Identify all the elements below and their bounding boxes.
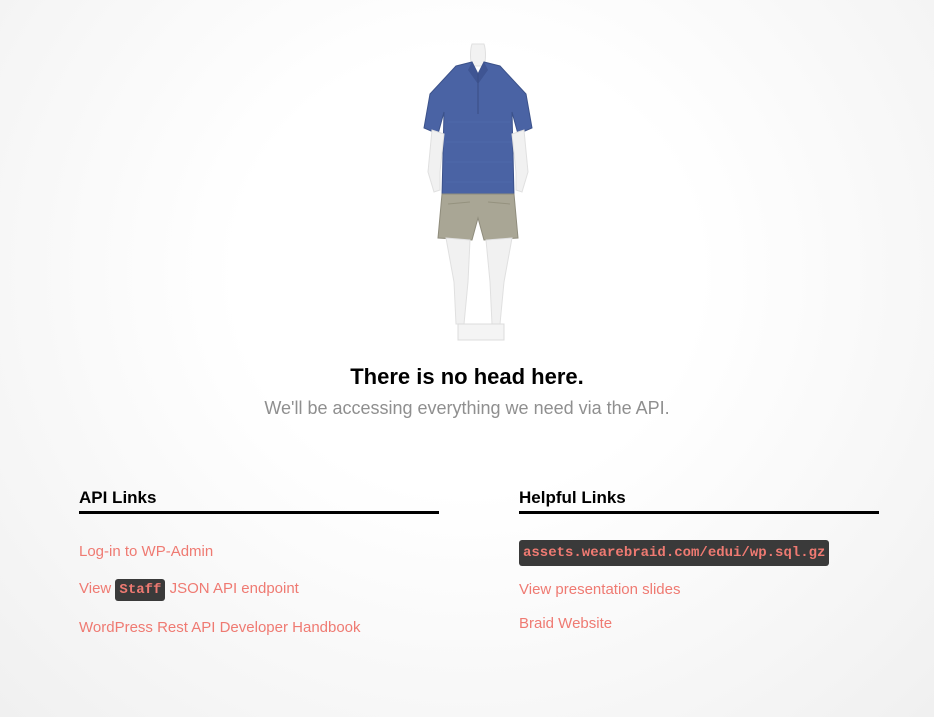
mannequin-image <box>418 42 538 342</box>
list-item: View presentation slides <box>519 580 879 600</box>
braid-website-link[interactable]: Braid Website <box>519 615 612 632</box>
wp-rest-api-handbook-link[interactable]: WordPress Rest API Developer Handbook <box>79 619 361 636</box>
presentation-slides-link[interactable]: View presentation slides <box>519 581 680 598</box>
api-links-heading: API Links <box>79 488 439 514</box>
helpful-links-heading: Helpful Links <box>519 488 879 514</box>
page-subtitle: We'll be accessing everything we need vi… <box>264 398 670 418</box>
api-links-list: Log-in to WP-Admin View Staff JSON API e… <box>79 542 439 638</box>
staff-json-endpoint-link[interactable]: View Staff JSON API endpoint <box>79 579 299 601</box>
sql-dump-link[interactable]: assets.wearebraid.com/edui/wp.sql.gz <box>519 540 830 566</box>
list-item: WordPress Rest API Developer Handbook <box>79 618 439 638</box>
list-item: Braid Website <box>519 614 879 634</box>
link-prefix: View <box>79 580 112 597</box>
list-item: assets.wearebraid.com/edui/wp.sql.gz <box>519 540 879 566</box>
helpful-links-list: assets.wearebraid.com/edui/wp.sql.gz Vie… <box>519 540 879 634</box>
wp-admin-login-link[interactable]: Log-in to WP-Admin <box>79 543 213 560</box>
page-title: There is no head here. <box>350 364 584 389</box>
list-item: Log-in to WP-Admin <box>79 542 439 562</box>
helpful-links-section: Helpful Links assets.wearebraid.com/edui… <box>519 488 879 648</box>
link-suffix: JSON API endpoint <box>169 580 299 597</box>
staff-code-badge: Staff <box>115 579 166 601</box>
list-item: View Staff JSON API endpoint <box>79 579 439 601</box>
api-links-section: API Links Log-in to WP-Admin View Staff … <box>79 488 439 656</box>
